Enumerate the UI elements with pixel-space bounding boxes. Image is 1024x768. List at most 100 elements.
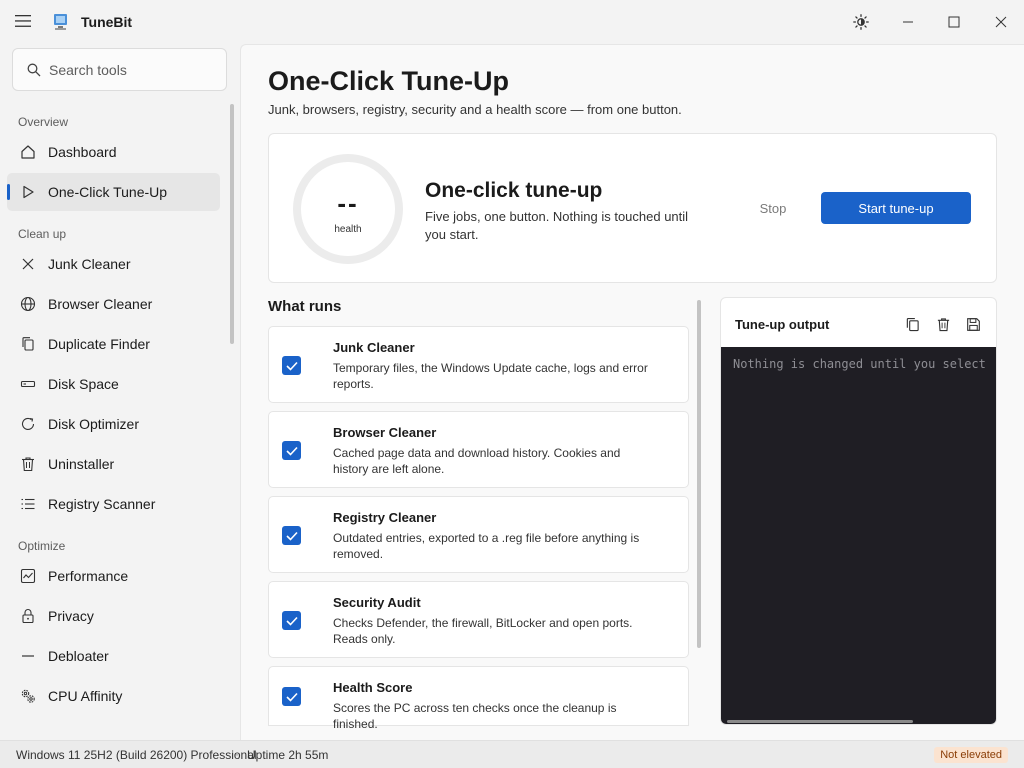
sidebar-item-browser-cleaner[interactable]: Browser Cleaner <box>7 285 220 323</box>
job-description: Scores the PC across ten checks once the… <box>333 701 617 731</box>
copy-icon <box>19 335 37 353</box>
sidebar-item-duplicate-finder[interactable]: Duplicate Finder <box>7 325 220 363</box>
job-checkbox[interactable] <box>282 441 301 460</box>
page-title: One-Click Tune-Up <box>268 66 510 96</box>
maximize-icon[interactable] <box>940 8 968 36</box>
home-icon <box>19 143 37 161</box>
job-card-junk-cleaner: Junk Cleaner Temporary files, the Window… <box>268 326 689 403</box>
sidebar: Overview Dashboard One-Click Tune-Up Cle… <box>0 44 240 740</box>
globe-icon <box>19 295 37 313</box>
search-box[interactable] <box>12 48 227 91</box>
job-description: Outdated entries, exported to a .reg fil… <box>333 531 640 561</box>
job-checkbox[interactable] <box>282 356 301 375</box>
hero-description: Five jobs, one button. Nothing is touche… <box>425 209 689 242</box>
hero-title: One-click tune-up <box>425 179 603 202</box>
uptime: Uptime 2h 55m <box>247 748 329 762</box>
menu-icon[interactable] <box>12 10 34 32</box>
job-card-security-audit: Security Audit Checks Defender, the fire… <box>268 581 689 658</box>
section-label-clean-up: Clean up <box>18 227 67 241</box>
sidebar-item-disk-space[interactable]: Disk Space <box>7 365 220 403</box>
sidebar-item-label: CPU Affinity <box>48 688 123 704</box>
job-title: Junk Cleaner <box>333 340 415 355</box>
tune-up-card: -- health One-click tune-up Five jobs, o… <box>268 133 997 283</box>
job-description: Temporary files, the Windows Update cach… <box>333 361 648 391</box>
search-input[interactable] <box>49 61 219 78</box>
sidebar-item-label: Disk Space <box>48 376 119 392</box>
sidebar-item-cpu-affinity[interactable]: CPU Affinity <box>7 677 220 715</box>
sidebar-item-performance[interactable]: Performance <box>7 557 220 595</box>
sidebar-item-one-click-tune-up[interactable]: One-Click Tune-Up <box>7 173 220 211</box>
sidebar-item-label: One-Click Tune-Up <box>48 184 168 200</box>
sidebar-item-label: Uninstaller <box>48 456 115 472</box>
gears-icon <box>19 687 37 705</box>
app-name: TuneBit <box>81 14 133 30</box>
os-version: Windows 11 25H2 (Build 26200) Profession… <box>16 748 257 762</box>
list-icon <box>19 495 37 513</box>
stop-button[interactable]: Stop <box>747 192 799 224</box>
sidebar-item-label: Junk Cleaner <box>48 256 131 272</box>
title-bar: TuneBit <box>0 0 1024 44</box>
minus-icon <box>19 647 37 665</box>
sidebar-item-dashboard[interactable]: Dashboard <box>7 133 220 171</box>
refresh-icon <box>19 415 37 433</box>
minimize-icon[interactable] <box>894 8 922 36</box>
sidebar-item-disk-optimizer[interactable]: Disk Optimizer <box>7 405 220 443</box>
job-checkbox[interactable] <box>282 687 301 706</box>
sidebar-item-label: Disk Optimizer <box>48 416 140 432</box>
job-checkbox[interactable] <box>282 526 301 545</box>
theme-toggle-icon[interactable] <box>847 8 875 36</box>
job-card-health-score: Health Score Scores the PC across ten ch… <box>268 666 689 731</box>
lock-icon <box>19 607 37 625</box>
trash-icon <box>19 455 37 473</box>
app-logo-icon <box>52 12 70 32</box>
output-title: Tune-up output <box>735 317 830 332</box>
copy-icon[interactable] <box>902 314 922 334</box>
disk-icon <box>19 375 37 393</box>
x-icon <box>19 255 37 273</box>
output-console[interactable]: Nothing is changed until you select <box>721 347 996 724</box>
jobs-scrollbar[interactable] <box>697 300 701 648</box>
main-content: One-Click Tune-Up Junk, browsers, regist… <box>240 44 1024 740</box>
output-text: Nothing is changed until you select <box>733 357 986 371</box>
job-checkbox[interactable] <box>282 611 301 630</box>
elevation-badge: Not elevated <box>934 747 1008 763</box>
sidebar-item-registry-scanner[interactable]: Registry Scanner <box>7 485 220 523</box>
active-indicator <box>7 184 10 200</box>
status-bar: Windows 11 25H2 (Build 26200) Profession… <box>0 740 1024 768</box>
close-icon[interactable] <box>987 8 1015 36</box>
sidebar-item-label: Duplicate Finder <box>48 336 150 352</box>
play-icon <box>19 183 37 201</box>
job-title: Health Score <box>333 680 413 695</box>
sidebar-item-privacy[interactable]: Privacy <box>7 597 220 635</box>
job-card-browser-cleaner: Browser Cleaner Cached page data and dow… <box>268 411 689 488</box>
start-tune-up-button[interactable]: Start tune-up <box>821 192 971 224</box>
save-icon[interactable] <box>963 314 983 334</box>
sidebar-item-label: Debloater <box>48 648 109 664</box>
sidebar-item-debloater[interactable]: Debloater <box>7 637 220 675</box>
page-subtitle: Junk, browsers, registry, security and a… <box>268 102 682 117</box>
tune-up-output-panel: Tune-up output Nothing is changed until … <box>720 297 997 725</box>
chart-icon <box>19 567 37 585</box>
job-description: Checks Defender, the firewall, BitLocker… <box>333 616 633 646</box>
search-icon <box>27 63 41 77</box>
health-gauge: -- health <box>293 154 403 264</box>
sidebar-item-junk-cleaner[interactable]: Junk Cleaner <box>7 245 220 283</box>
status-separator: · <box>235 747 239 761</box>
trash-icon[interactable] <box>933 314 953 334</box>
sidebar-scrollbar[interactable] <box>230 104 234 344</box>
sidebar-item-uninstaller[interactable]: Uninstaller <box>7 445 220 483</box>
health-value: -- <box>337 188 359 218</box>
job-title: Security Audit <box>333 595 421 610</box>
sidebar-item-label: Registry Scanner <box>48 496 156 512</box>
what-runs-heading: What runs <box>268 298 342 315</box>
sidebar-item-label: Performance <box>48 568 129 584</box>
sidebar-item-label: Privacy <box>48 608 94 624</box>
job-title: Registry Cleaner <box>333 510 437 525</box>
job-card-registry-cleaner: Registry Cleaner Outdated entries, expor… <box>268 496 689 573</box>
console-horizontal-scrollbar[interactable] <box>727 720 913 723</box>
section-label-overview: Overview <box>18 115 69 129</box>
sidebar-item-label: Dashboard <box>48 144 117 160</box>
job-title: Browser Cleaner <box>333 425 437 440</box>
health-label: health <box>334 224 362 235</box>
job-description: Cached page data and download history. C… <box>333 446 621 476</box>
